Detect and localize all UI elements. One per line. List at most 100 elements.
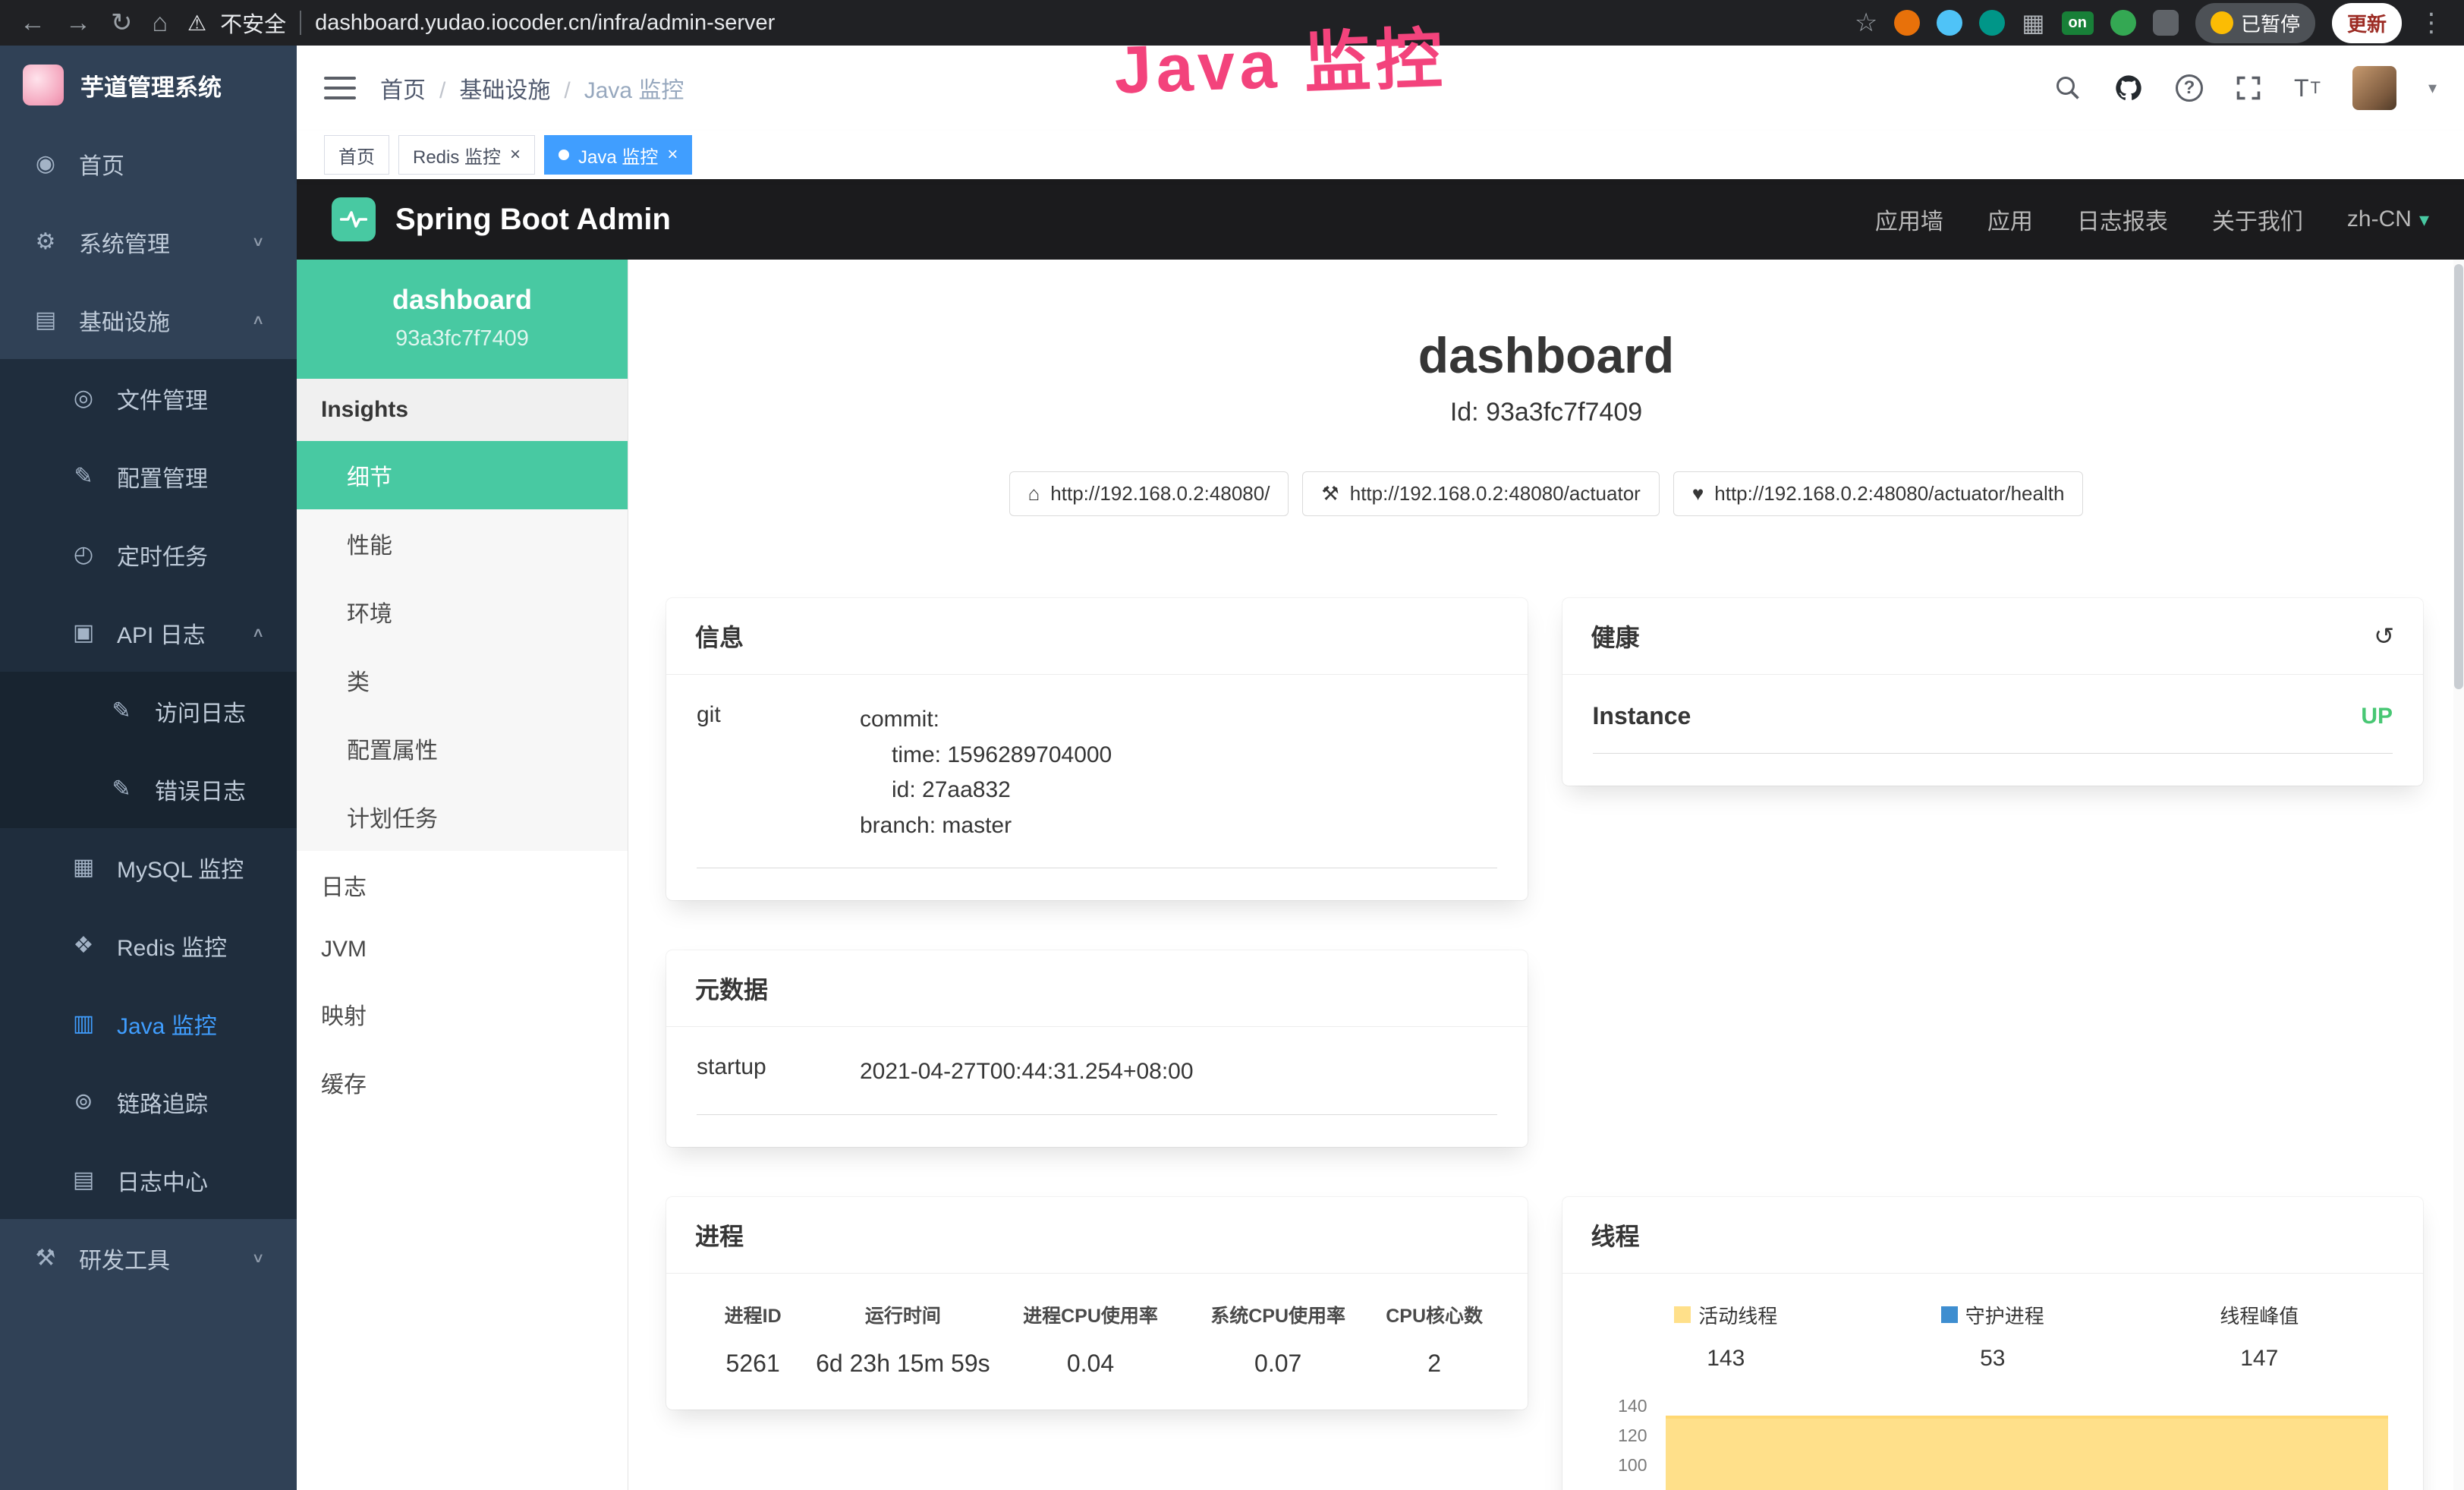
spring-boot-admin: Spring Boot Admin 应用墙 应用 日志报表 关于我们 zh-CN…	[297, 179, 2464, 1490]
tab-redis-monitor[interactable]: Redis 监控 ×	[398, 135, 535, 175]
tools-icon: ⚒	[32, 1245, 59, 1271]
font-size-icon[interactable]: TT	[2294, 74, 2321, 102]
sidebar-item-trace[interactable]: ⊚ 链路追踪	[0, 1063, 297, 1141]
reload-icon[interactable]: ↻	[111, 10, 133, 36]
clock-icon: ◴	[70, 541, 97, 568]
close-icon[interactable]: ×	[667, 144, 678, 165]
instance-header[interactable]: dashboard 93a3fc7f7409	[297, 260, 628, 379]
service-url-button[interactable]: ⌂ http://192.168.0.2:48080/	[1009, 471, 1289, 516]
legend-live-threads[interactable]: 活动线程	[1593, 1301, 1860, 1329]
sba-item-caches[interactable]: 缓存	[297, 1048, 628, 1117]
tab-home[interactable]: 首页	[324, 135, 389, 175]
browser-toolbar-right: ☆ ▦ on 已暂停 更新 ⋮	[1855, 3, 2444, 43]
live-threads-value: 143	[1593, 1346, 1860, 1372]
sidebar-item-infra[interactable]: ▤ 基础设施 ∧	[0, 281, 297, 359]
sidebar-item-access-log[interactable]: ✎ 访问日志	[0, 672, 297, 750]
threads-card: 线程 活动线程 守护进	[1562, 1197, 2424, 1490]
scrollbar-track[interactable]	[2453, 260, 2464, 1490]
forward-icon[interactable]: →	[65, 10, 91, 36]
sba-nav-about[interactable]: 关于我们	[2212, 203, 2303, 236]
column-header: 系统CPU使用率	[1185, 1301, 1372, 1328]
font-size-large-glyph: T	[2294, 74, 2309, 102]
question-mark-icon: ?	[2176, 74, 2203, 102]
sba-section-insights[interactable]: Insights	[297, 379, 628, 441]
extension-fox-icon[interactable]	[1894, 10, 1920, 36]
sidebar-item-file-manage[interactable]: ◎ 文件管理	[0, 359, 297, 437]
dashboard-icon: ◉	[32, 150, 59, 177]
history-icon[interactable]: ↺	[2374, 622, 2394, 650]
health-url-button[interactable]: ♥ http://192.168.0.2:48080/actuator/heal…	[1673, 471, 2084, 516]
locale-select[interactable]: zh-CN ▾	[2347, 206, 2429, 232]
sidebar-item-api-log[interactable]: ▣ API 日志 ∧	[0, 594, 297, 672]
sidebar-item-devtools[interactable]: ⚒ 研发工具 ∨	[0, 1219, 297, 1297]
sidebar-item-system[interactable]: ⚙ 系统管理 ∨	[0, 203, 297, 281]
chrome-update-button[interactable]: 更新	[2332, 3, 2402, 43]
sidebar-item-log-center[interactable]: ▤ 日志中心	[0, 1141, 297, 1219]
sba-item-env[interactable]: 环境	[297, 578, 628, 646]
threads-card-body: 活动线程 守护进程 线程峰值	[1562, 1274, 2424, 1490]
edit-icon: ✎	[70, 463, 97, 490]
sidebar-item-home[interactable]: ◉ 首页	[0, 124, 297, 203]
close-icon[interactable]: ×	[510, 144, 521, 165]
tab-label: Redis 监控	[413, 142, 501, 169]
sidebar-item-redis-monitor[interactable]: ❖ Redis 监控	[0, 906, 297, 984]
breadcrumb-home[interactable]: 首页	[380, 71, 459, 105]
extension-on-badge[interactable]: on	[2062, 11, 2094, 35]
extension-leaf-icon[interactable]	[2110, 10, 2136, 36]
sba-brand-title[interactable]: Spring Boot Admin	[395, 203, 671, 237]
peak-threads-value: 147	[2126, 1346, 2393, 1372]
extensions-puzzle-icon[interactable]	[2153, 10, 2179, 36]
sidebar-item-scheduled-job[interactable]: ◴ 定时任务	[0, 515, 297, 594]
sba-nav-wallboard[interactable]: 应用墙	[1875, 203, 1943, 236]
main-column: 首页 基础设施 Java 监控 ?	[297, 46, 2464, 1490]
threads-card-title: 线程	[1562, 1197, 2424, 1274]
address-separator	[300, 11, 301, 35]
extension-teal-icon[interactable]	[1979, 10, 2005, 36]
profile-paused-badge[interactable]: 已暂停	[2195, 3, 2315, 43]
sba-item-details[interactable]: 细节	[297, 441, 628, 509]
sidebar-item-config-manage[interactable]: ✎ 配置管理	[0, 437, 297, 515]
tab-java-monitor[interactable]: Java 监控 ×	[544, 135, 692, 175]
github-icon[interactable]	[2113, 73, 2144, 103]
sba-nav-applications[interactable]: 应用	[1987, 203, 2033, 236]
sba-item-classes[interactable]: 类	[297, 646, 628, 714]
sba-item-configprops[interactable]: 配置属性	[297, 714, 628, 783]
sba-item-mappings[interactable]: 映射	[297, 980, 628, 1048]
search-icon[interactable]	[2054, 74, 2082, 102]
logo-avatar	[23, 65, 64, 106]
extension-grid-icon[interactable]: ▦	[2022, 8, 2044, 37]
address-bar[interactable]: ⚠ 不安全 dashboard.yudao.iocoder.cn/infra/a…	[187, 7, 775, 39]
sba-item-logfile[interactable]: 日志	[297, 851, 628, 919]
actuator-url-button[interactable]: ⚒ http://192.168.0.2:48080/actuator	[1302, 471, 1659, 516]
sidebar-item-error-log[interactable]: ✎ 错误日志	[0, 750, 297, 828]
legend-label: 活动线程	[1698, 1301, 1777, 1329]
fullscreen-icon[interactable]	[2235, 74, 2262, 102]
sidebar-item-mysql-monitor[interactable]: ▦ MySQL 监控	[0, 828, 297, 906]
back-icon[interactable]: ←	[20, 10, 46, 36]
avatar-caret-icon[interactable]: ▾	[2428, 78, 2437, 98]
breadcrumb-infra[interactable]: 基础设施	[459, 71, 584, 105]
database-icon: ▦	[70, 854, 97, 880]
help-icon[interactable]: ?	[2176, 74, 2203, 102]
sba-item-scheduled[interactable]: 计划任务	[297, 783, 628, 851]
browser-home-icon[interactable]: ⌂	[153, 10, 168, 36]
scrollbar-thumb[interactable]	[2454, 264, 2463, 689]
column-header: 运行时间	[809, 1301, 996, 1328]
process-cpu: 0.04	[996, 1350, 1184, 1378]
extension-drop-icon[interactable]	[1937, 10, 1962, 36]
sidebar-item-label: 日志中心	[117, 1164, 208, 1197]
sidebar-item-label: API 日志	[117, 616, 206, 650]
sidebar-item-java-monitor[interactable]: ▥ Java 监控	[0, 984, 297, 1063]
chrome-menu-icon[interactable]: ⋮	[2418, 10, 2444, 36]
sba-nav-journal[interactable]: 日志报表	[2077, 203, 2168, 236]
sba-item-metrics[interactable]: 性能	[297, 509, 628, 578]
app-logo[interactable]: 芋道管理系统	[0, 46, 297, 124]
process-card-body: 进程ID 运行时间 进程CPU使用率 系统CPU使用率 CPU核心数 5261 …	[666, 1274, 1528, 1410]
y-tick: 140	[1593, 1396, 1647, 1425]
user-avatar[interactable]	[2352, 66, 2396, 110]
sba-item-jvm[interactable]: JVM	[297, 919, 628, 980]
bookmark-star-icon[interactable]: ☆	[1855, 10, 1877, 36]
sba-logo-icon[interactable]	[332, 197, 376, 241]
legend-daemon-threads[interactable]: 守护进程	[1859, 1301, 2126, 1329]
sidebar-fold-icon[interactable]	[324, 77, 356, 99]
